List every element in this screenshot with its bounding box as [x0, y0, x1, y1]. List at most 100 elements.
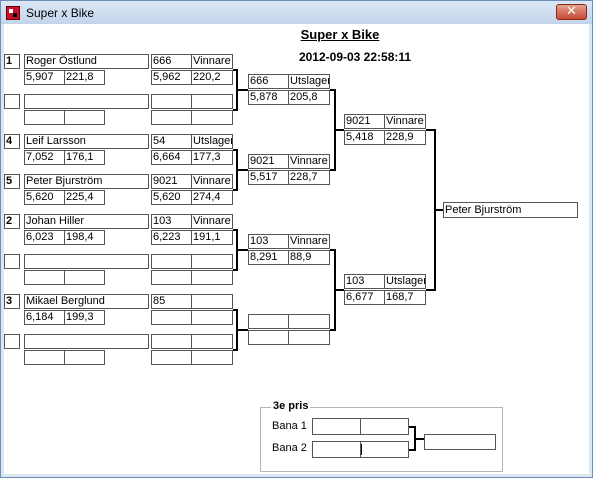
heat-speed[interactable]: 177,3: [191, 150, 233, 165]
heat-speed[interactable]: 88,9: [288, 250, 330, 265]
close-button[interactable]: ✕: [556, 4, 587, 20]
heat-time[interactable]: [248, 330, 289, 345]
heat-time[interactable]: 5,620: [151, 190, 192, 205]
heat-time[interactable]: 5,517: [248, 170, 289, 185]
heat-result[interactable]: Vinnare: [288, 234, 330, 249]
rider-number[interactable]: 103: [151, 214, 192, 229]
heat-speed[interactable]: 191,1: [191, 230, 233, 245]
heat-time[interactable]: 6,664: [151, 150, 192, 165]
rider-speed[interactable]: [64, 350, 105, 365]
rider-name[interactable]: Peter Bjurström: [24, 174, 149, 189]
rider-number[interactable]: 85: [151, 294, 192, 309]
bracket-line: [334, 289, 344, 291]
rider-number[interactable]: 666: [248, 74, 289, 89]
rider-number[interactable]: [151, 94, 192, 109]
heat-result[interactable]: [191, 294, 233, 309]
heat-result[interactable]: Utslagen: [288, 74, 330, 89]
rider-time[interactable]: 6,023: [24, 230, 65, 245]
rider-time[interactable]: 6,184: [24, 310, 65, 325]
rider-time[interactable]: 5,907: [24, 70, 65, 85]
heat-speed[interactable]: [191, 350, 233, 365]
bracket-line: [236, 329, 248, 331]
rider-number[interactable]: 54: [151, 134, 192, 149]
heat-result[interactable]: [191, 334, 233, 349]
rider-speed[interactable]: [64, 270, 105, 285]
app-icon: [6, 6, 20, 20]
heat-result[interactable]: Vinnare: [384, 114, 426, 129]
heat-time[interactable]: [151, 270, 192, 285]
seed-box: 1: [4, 54, 20, 69]
heat-result[interactable]: Vinnare: [191, 54, 233, 69]
heat-time[interactable]: 5,962: [151, 70, 192, 85]
rider-name[interactable]: Roger Östlund: [24, 54, 149, 69]
rider-name[interactable]: Johan Hiller: [24, 214, 149, 229]
heat-speed[interactable]: 274,4: [191, 190, 233, 205]
rider-time[interactable]: [24, 270, 65, 285]
heat-speed[interactable]: 220,2: [191, 70, 233, 85]
heat-speed[interactable]: 228,7: [288, 170, 330, 185]
heat-result[interactable]: Utslagen: [384, 274, 426, 289]
heat-time[interactable]: [151, 350, 192, 365]
lane2-result[interactable]: [360, 441, 409, 458]
rider-number[interactable]: 9021: [151, 174, 192, 189]
window-title: Super x Bike: [26, 6, 95, 20]
heat-result[interactable]: Vinnare: [191, 214, 233, 229]
heat-speed[interactable]: [191, 110, 233, 125]
heat-time[interactable]: [151, 110, 192, 125]
winner-field[interactable]: Peter Bjurström: [443, 202, 578, 218]
heat-speed[interactable]: 205,8: [288, 90, 330, 105]
seed-box: [4, 254, 20, 269]
bracket-line: [236, 89, 248, 91]
rider-speed[interactable]: 225,4: [64, 190, 105, 205]
rider-number[interactable]: 9021: [344, 114, 385, 129]
rider-time[interactable]: [24, 350, 65, 365]
rider-name[interactable]: Mikael Berglund: [24, 294, 149, 309]
rider-number[interactable]: [151, 334, 192, 349]
rider-number[interactable]: [151, 254, 192, 269]
rider-name[interactable]: [24, 254, 149, 269]
lane1-number[interactable]: [312, 418, 361, 435]
rider-number[interactable]: 103: [344, 274, 385, 289]
rider-number[interactable]: [248, 314, 289, 329]
heat-speed[interactable]: [288, 330, 330, 345]
title-bar: Super x Bike ✕: [1, 1, 592, 24]
heat-result[interactable]: Vinnare: [191, 174, 233, 189]
rider-time[interactable]: [24, 110, 65, 125]
rider-speed[interactable]: [64, 110, 105, 125]
rider-time[interactable]: 5,620: [24, 190, 65, 205]
heat-time[interactable]: 8,291: [248, 250, 289, 265]
heat-time[interactable]: 5,878: [248, 90, 289, 105]
seed-box: [4, 334, 20, 349]
rider-name[interactable]: [24, 334, 149, 349]
rider-number[interactable]: 666: [151, 54, 192, 69]
rider-name[interactable]: Leif Larsson: [24, 134, 149, 149]
third-place-winner[interactable]: [424, 434, 496, 450]
rider-speed[interactable]: 221,8: [64, 70, 105, 85]
rider-speed[interactable]: 198,4: [64, 230, 105, 245]
heat-result[interactable]: [191, 94, 233, 109]
bracket-line: [236, 249, 248, 251]
rider-number[interactable]: 103: [248, 234, 289, 249]
rider-name[interactable]: [24, 94, 149, 109]
lane2-label: Bana 2: [272, 442, 307, 454]
heat-speed[interactable]: 228,9: [384, 130, 426, 145]
lane2-number[interactable]: [312, 441, 361, 458]
page-title: Super x Bike: [300, 27, 380, 42]
heat-speed[interactable]: 168,7: [384, 290, 426, 305]
heat-result[interactable]: [288, 314, 330, 329]
seed-box: 4: [4, 134, 20, 149]
heat-time[interactable]: [151, 310, 192, 325]
heat-time[interactable]: 6,677: [344, 290, 385, 305]
rider-time[interactable]: 7,052: [24, 150, 65, 165]
heat-time[interactable]: 5,418: [344, 130, 385, 145]
heat-speed[interactable]: [191, 310, 233, 325]
rider-speed[interactable]: 176,1: [64, 150, 105, 165]
heat-speed[interactable]: [191, 270, 233, 285]
rider-speed[interactable]: 199,3: [64, 310, 105, 325]
heat-result[interactable]: Vinnare: [288, 154, 330, 169]
heat-result[interactable]: [191, 254, 233, 269]
lane1-result[interactable]: [360, 418, 409, 435]
heat-time[interactable]: 6,223: [151, 230, 192, 245]
rider-number[interactable]: 9021: [248, 154, 289, 169]
heat-result[interactable]: Utslagen: [191, 134, 233, 149]
